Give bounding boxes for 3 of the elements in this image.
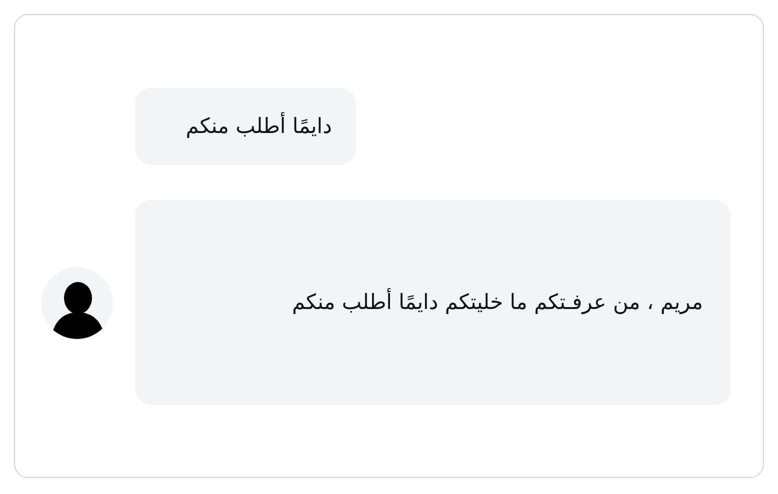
message-bubble: مريم ، من عرفـتكم ما خليتكم دايمًا أطلب منكم xyxy=(135,200,731,405)
message-bubble: دايمًا أطلب منكم xyxy=(135,88,356,165)
avatar-icon xyxy=(41,266,113,338)
